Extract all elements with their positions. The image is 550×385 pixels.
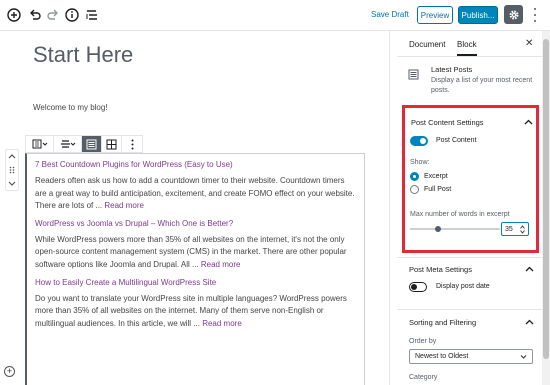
list-item: How to Easily Create a Multilingual Word… xyxy=(35,278,356,331)
range-track[interactable] xyxy=(410,228,500,230)
excerpt-text: While WordPress powers more than 35% of … xyxy=(35,234,347,269)
chevron-up-icon[interactable] xyxy=(524,118,533,127)
read-more-link[interactable]: Read more xyxy=(202,319,242,328)
align-center-icon xyxy=(60,140,75,148)
list-view-icon xyxy=(86,139,97,149)
chevron-down-icon[interactable] xyxy=(8,181,16,187)
chevron-down-icon xyxy=(520,355,527,359)
spinner-icon[interactable] xyxy=(520,225,525,234)
close-icon[interactable]: ✕ xyxy=(525,38,533,49)
gear-icon xyxy=(508,9,519,20)
latest-posts-block[interactable]: 7 Best Countdown Plugins for WordPress (… xyxy=(25,153,365,385)
block-mover xyxy=(5,149,19,191)
latest-posts-icon xyxy=(408,67,419,85)
list-icon xyxy=(32,139,47,149)
post-content-settings-panel: Post Content Settings Post Content Show:… xyxy=(402,105,539,253)
chevron-up-icon[interactable] xyxy=(8,153,16,159)
redo-icon[interactable] xyxy=(45,7,61,23)
paragraph-block[interactable]: Welcome to my blog! xyxy=(33,103,108,112)
range-handle[interactable] xyxy=(435,226,441,232)
post-meta-settings-panel: Post Meta Settings Display post date xyxy=(397,257,542,301)
post-excerpt: Do you want to translate your WordPress … xyxy=(35,293,356,331)
add-block-button[interactable]: + xyxy=(4,366,15,377)
order-by-label: Order by xyxy=(409,338,437,345)
radio-label: Full Post xyxy=(424,186,452,193)
post-link[interactable]: 7 Best Countdown Plugins for WordPress (… xyxy=(35,160,356,169)
order-by-select[interactable]: Newest to Oldest xyxy=(409,349,533,364)
more-menu-icon[interactable] xyxy=(530,8,540,22)
tab-block[interactable]: Block xyxy=(457,40,477,56)
align-dropdown[interactable] xyxy=(54,136,82,152)
undo-icon[interactable] xyxy=(27,7,43,23)
more-vertical-icon xyxy=(131,139,133,149)
scrollbar-thumb[interactable] xyxy=(543,39,549,359)
order-by-value: Newest to Oldest xyxy=(415,353,469,360)
panel-title[interactable]: Sorting and Filtering xyxy=(409,318,476,327)
word-count-input[interactable]: 35 xyxy=(501,222,529,236)
max-words-label: Max number of words in excerpt xyxy=(410,211,510,218)
list-item: WordPress vs Joomla vs Drupal – Which On… xyxy=(35,219,356,272)
info-icon[interactable] xyxy=(64,7,80,23)
toggle-label: Display post date xyxy=(436,283,490,290)
editor-toolbar: Save Draft Preview Publish... xyxy=(0,0,550,31)
editor-canvas: Start Here Welcome to my blog! 7 Best Co… xyxy=(0,31,390,385)
block-toolbar xyxy=(25,135,143,153)
publish-button[interactable]: Publish... xyxy=(458,6,498,24)
post-excerpt: While WordPress powers more than 35% of … xyxy=(35,234,356,272)
save-draft-button[interactable]: Save Draft xyxy=(371,10,409,19)
post-title[interactable]: Start Here xyxy=(33,42,133,68)
settings-sidebar: Document Block ✕ Latest Posts Display a … xyxy=(397,31,542,385)
post-link[interactable]: WordPress vs Joomla vs Drupal – Which On… xyxy=(35,219,356,228)
add-block-icon[interactable] xyxy=(6,7,22,23)
tab-document[interactable]: Document xyxy=(409,40,445,49)
post-link[interactable]: How to Easily Create a Multilingual Word… xyxy=(35,278,356,287)
read-more-link[interactable]: Read more xyxy=(201,260,241,269)
drag-handle-icon[interactable] xyxy=(9,166,15,174)
read-more-link[interactable]: Read more xyxy=(104,201,144,210)
chevron-up-icon[interactable] xyxy=(525,265,534,274)
sidebar-scrollbar[interactable] xyxy=(542,31,550,385)
grid-view-icon xyxy=(106,139,117,149)
full-post-radio[interactable] xyxy=(410,185,419,194)
sidebar-tabs: Document Block ✕ xyxy=(397,31,542,57)
word-count-value: 35 xyxy=(505,225,513,233)
post-content-toggle[interactable] xyxy=(410,136,428,146)
block-type-switcher[interactable] xyxy=(26,136,54,152)
sorting-filtering-panel: Sorting and Filtering Order by Newest to… xyxy=(397,309,542,385)
settings-button[interactable] xyxy=(504,5,523,24)
show-label: Show: xyxy=(410,159,430,166)
block-name: Latest Posts xyxy=(431,65,473,74)
panel-title[interactable]: Post Meta Settings xyxy=(409,265,472,274)
excerpt-radio[interactable] xyxy=(410,172,419,181)
post-excerpt: Readers often ask us how to add a countd… xyxy=(35,175,356,213)
grid-view-button[interactable] xyxy=(102,136,122,152)
list-item: 7 Best Countdown Plugins for WordPress (… xyxy=(35,160,356,213)
block-description: Display a list of your most recent posts… xyxy=(431,77,533,94)
preview-button[interactable]: Preview xyxy=(417,6,453,24)
excerpt-text: Readers often ask us how to add a countd… xyxy=(35,176,355,211)
block-navigation-icon[interactable] xyxy=(84,7,100,23)
category-label: Category xyxy=(409,374,438,381)
toggle-label: Post Content xyxy=(436,137,477,144)
excerpt-text: Do you want to translate your WordPress … xyxy=(35,293,347,328)
chevron-up-icon[interactable] xyxy=(525,318,534,327)
radio-label: Excerpt xyxy=(424,173,448,180)
more-options-button[interactable] xyxy=(122,136,142,152)
panel-title[interactable]: Post Content Settings xyxy=(411,118,484,127)
list-view-button[interactable] xyxy=(82,136,102,152)
post-date-toggle[interactable] xyxy=(409,282,427,292)
